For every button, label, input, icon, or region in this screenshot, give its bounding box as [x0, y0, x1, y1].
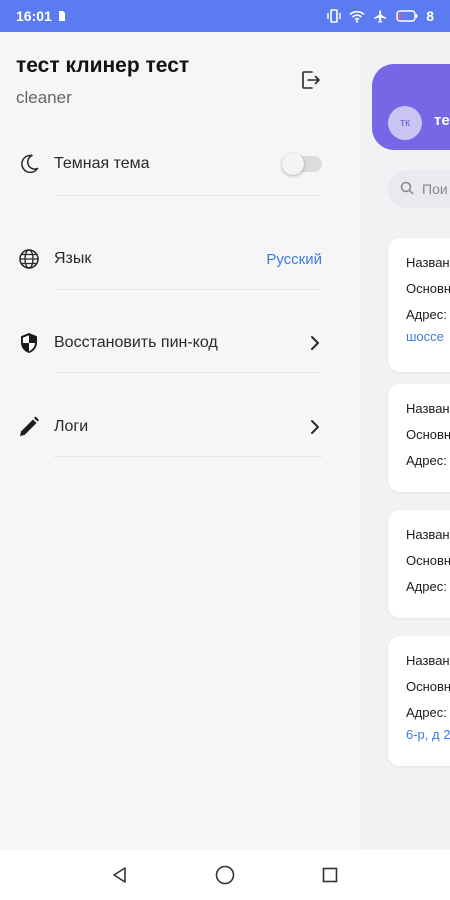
- status-bar: 16:01 8: [0, 0, 450, 32]
- background-search-field: Пои: [388, 170, 450, 208]
- chevron-right-icon: [308, 418, 322, 436]
- divider: [54, 289, 322, 290]
- battery-level: 8: [426, 8, 434, 24]
- list-item: Назван Основн Адрес:: [388, 384, 450, 492]
- vibrate-icon: [327, 9, 341, 23]
- card-name-label: Назван: [406, 527, 450, 542]
- avatar: тк: [388, 106, 422, 140]
- back-icon: [113, 867, 127, 883]
- card-main-label: Основн: [406, 679, 450, 694]
- divider: [54, 372, 322, 373]
- profile-role: cleaner: [16, 88, 72, 107]
- profile-name: тест клинер тест: [16, 54, 190, 77]
- card-address-label: Адрес:: [406, 453, 447, 468]
- moon-icon: [16, 151, 42, 177]
- restore-pin-label: Восстановить пин-код: [54, 334, 218, 351]
- card-main-label: Основн: [406, 427, 450, 442]
- back-button[interactable]: [107, 862, 133, 888]
- battery-icon: [396, 10, 418, 22]
- card-address-continuation: 6-р, д 2: [406, 727, 450, 742]
- divider: [54, 195, 322, 196]
- home-button[interactable]: [212, 862, 238, 888]
- search-icon: [400, 181, 414, 198]
- list-item: Назван Основн Адрес:: [388, 510, 450, 618]
- card-main-label: Основн: [406, 553, 450, 568]
- status-time: 16:01: [16, 8, 52, 24]
- card-address-label: Адрес:: [406, 307, 447, 322]
- card-name-label: Назван: [406, 653, 450, 668]
- card-name-label: Назван: [406, 401, 450, 416]
- recents-button[interactable]: [317, 862, 343, 888]
- card-main-label: Основн: [406, 281, 450, 296]
- card-name-label: Назван: [406, 255, 450, 270]
- shield-icon: [16, 330, 42, 356]
- globe-icon: [16, 246, 42, 272]
- card-address-label: Адрес:: [406, 579, 447, 594]
- logout-button[interactable]: [298, 68, 322, 92]
- card-address-continuation: шоссе: [406, 329, 444, 344]
- navigation-drawer: тест клинер тест cleaner Темная тема Язы…: [0, 32, 360, 850]
- divider: [54, 456, 322, 457]
- background-user-name: те: [434, 112, 450, 129]
- list-item: Назван Основн Адрес: шоссе: [388, 238, 450, 372]
- airplane-icon: [373, 9, 388, 24]
- menu-item-language[interactable]: Язык Русский: [16, 239, 322, 279]
- logout-icon: [302, 71, 320, 89]
- logs-label: Логи: [54, 418, 89, 435]
- chevron-right-icon: [308, 334, 322, 352]
- system-nav-bar: [0, 850, 450, 900]
- language-label: Язык: [54, 250, 92, 267]
- home-icon: [215, 865, 235, 885]
- background-screen: тк те Пои Назван Основн Адрес: шоссе Наз…: [360, 32, 450, 850]
- card-address-label: Адрес:: [406, 705, 447, 720]
- pencil-icon: [16, 414, 42, 440]
- list-item: Назван Основн Адрес: 6-р, д 2: [388, 636, 450, 766]
- menu-item-dark-theme: Темная тема: [16, 144, 322, 184]
- dark-theme-toggle[interactable]: [282, 153, 322, 175]
- dark-theme-label: Темная тема: [54, 155, 150, 172]
- sd-card-icon: [58, 10, 66, 22]
- recents-icon: [322, 867, 337, 883]
- menu-item-restore-pin[interactable]: Восстановить пин-код: [16, 323, 322, 363]
- language-value[interactable]: Русский: [266, 251, 322, 268]
- search-placeholder: Пои: [422, 181, 448, 197]
- wifi-icon: [349, 10, 365, 23]
- menu-item-logs[interactable]: Логи: [16, 407, 322, 447]
